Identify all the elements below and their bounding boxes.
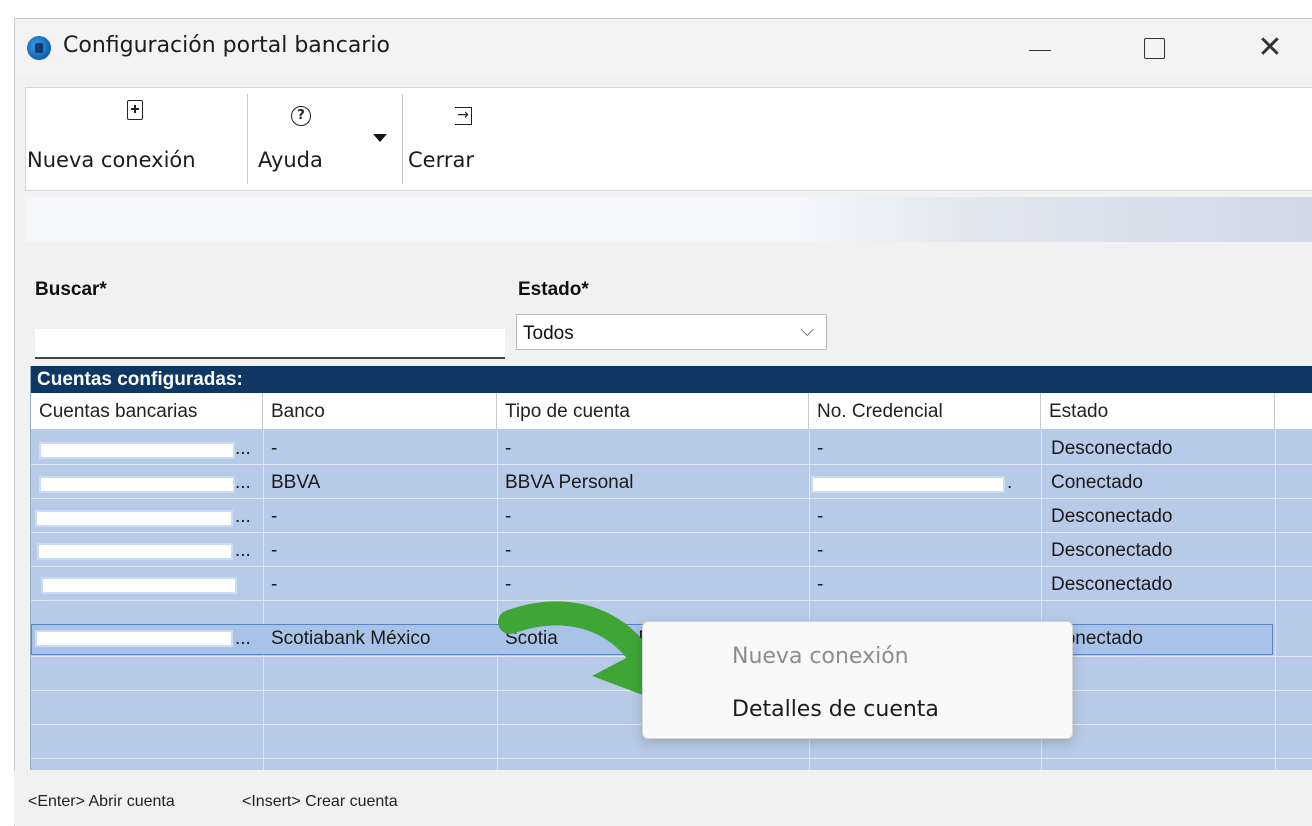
status-cell: Desconectado [1051, 574, 1173, 595]
account-type-cell: - [505, 438, 512, 459]
status-cell: Desconectado [1051, 438, 1173, 459]
redacted-text [811, 476, 1005, 493]
status-cell: Desconectado [1051, 540, 1173, 561]
credential-cell: . [1007, 472, 1013, 493]
column-header-filler [1275, 393, 1312, 430]
close-window-button[interactable]: ✕ [1238, 25, 1302, 71]
minimize-button[interactable] [1008, 25, 1072, 71]
bank-cell: - [271, 540, 278, 561]
context-menu-account-details[interactable]: Detalles de cuenta [732, 697, 939, 722]
close-button[interactable]: → Cerrar [403, 88, 503, 188]
account-cell: ... [235, 628, 251, 649]
context-menu-new-connection: Nueva conexión [732, 644, 909, 669]
new-document-plus-icon [127, 100, 143, 125]
title-bar: Configuración portal bancario ✕ [15, 19, 1312, 77]
column-header-accounts[interactable]: Cuentas bancarias [31, 393, 263, 430]
status-cell: Desconectado [1051, 506, 1173, 527]
new-connection-label: Nueva conexión [27, 148, 196, 172]
close-label: Cerrar [408, 148, 474, 172]
chevron-down-icon: ⌵ [800, 320, 814, 341]
grid-line [31, 498, 1312, 499]
maximize-icon [1143, 37, 1165, 59]
insert-shortcut-hint: <Insert> Crear cuenta [242, 793, 398, 810]
account-type-cell: - [505, 540, 512, 561]
grid-line [1275, 430, 1276, 789]
status-filter-value: Todos [523, 323, 574, 344]
enter-shortcut-hint: <Enter> Abrir cuenta [28, 793, 175, 810]
redacted-text [37, 543, 233, 560]
account-cell: ... [235, 438, 251, 459]
account-cell: ... [235, 506, 251, 527]
credential-cell: - [817, 506, 824, 527]
help-button[interactable]: ? Ayuda [248, 88, 398, 188]
column-header-status[interactable]: Estado [1041, 393, 1275, 430]
account-type-cell: BBVA Personal [505, 472, 634, 493]
account-cell: ... [235, 540, 251, 561]
redacted-text [35, 630, 233, 647]
help-label: Ayuda [258, 148, 323, 172]
grid-line [31, 532, 1312, 533]
accounts-panel-title: Cuentas configuradas: [31, 366, 1312, 393]
search-input[interactable] [35, 329, 505, 359]
redacted-text [39, 476, 235, 493]
redacted-text [41, 577, 237, 594]
status-filter-label: Estado* [518, 279, 589, 300]
minimize-icon [1029, 49, 1051, 51]
bank-cell: - [271, 438, 278, 459]
bank-cell: - [271, 506, 278, 527]
search-label: Buscar* [35, 279, 107, 300]
bank-cell: BBVA [271, 472, 321, 493]
status-filter-select[interactable]: Todos ⌵ [516, 314, 827, 350]
credential-cell: - [817, 574, 824, 595]
close-icon: ✕ [1257, 30, 1283, 65]
column-header-account-type[interactable]: Tipo de cuenta [497, 393, 809, 430]
credential-cell: - [817, 438, 824, 459]
account-type-cell: - [505, 506, 512, 527]
exit-icon: → [455, 100, 472, 125]
grid-line [31, 566, 1312, 567]
help-circle-icon: ? [291, 100, 311, 126]
grid-line [31, 464, 1312, 465]
column-header-bank[interactable]: Banco [263, 393, 497, 430]
status-cell: Conectado [1051, 472, 1143, 493]
column-header-credential[interactable]: No. Credencial [809, 393, 1041, 430]
credential-cell: - [817, 540, 824, 561]
status-bar: <Enter> Abrir cuenta <Insert> Crear cuen… [14, 770, 1312, 825]
redacted-text [39, 442, 235, 459]
context-menu: Nueva conexión Detalles de cuenta [642, 621, 1073, 739]
help-dropdown-arrow-icon[interactable] [373, 134, 387, 142]
bank-cell: - [271, 574, 278, 595]
redacted-text [35, 510, 233, 527]
grid-line [31, 758, 1312, 759]
new-connection-button[interactable]: Nueva conexión [26, 88, 245, 188]
window-title: Configuración portal bancario [63, 33, 390, 58]
app-logo-icon [27, 36, 51, 60]
grid-line [263, 430, 264, 789]
maximize-button[interactable] [1122, 25, 1186, 71]
toolbar: Nueva conexión ? Ayuda → Cerrar [25, 87, 1312, 191]
account-type-cell: - [505, 574, 512, 595]
bank-cell: Scotiabank México [271, 628, 431, 649]
account-cell: ... [235, 472, 251, 493]
header-band [25, 197, 1312, 242]
